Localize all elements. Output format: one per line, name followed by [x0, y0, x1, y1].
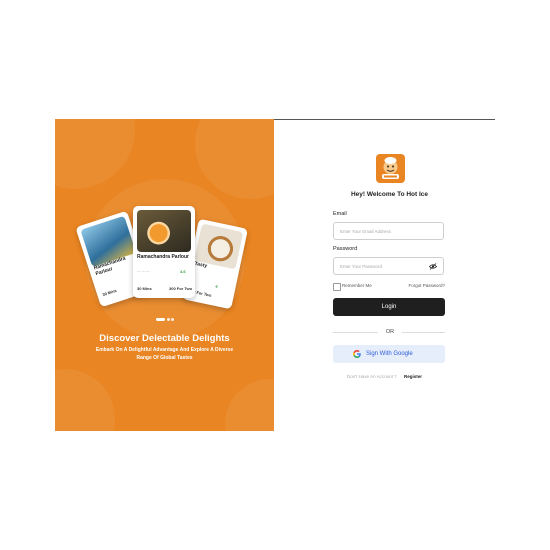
password-field[interactable]: [333, 257, 444, 275]
carousel-dot-active[interactable]: [156, 318, 165, 321]
remember-me-checkbox[interactable]: [333, 283, 341, 291]
bg-circle: [225, 379, 274, 431]
food-image-cocktail: [137, 210, 191, 253]
hero-subtitle: Embark On A Delightful Advantage And Exp…: [95, 347, 234, 361]
email-field[interactable]: [333, 222, 444, 240]
card-rating: 4: [214, 283, 219, 289]
chef-logo-icon: [376, 154, 405, 183]
forgot-password-link[interactable]: Forgot Password?: [400, 283, 445, 288]
email-input[interactable]: [340, 223, 425, 239]
hero-panel: Ramachandra Parlour 30 Mins Tasty 4 300 …: [55, 119, 274, 431]
bg-circle: [55, 369, 115, 431]
food-card-center[interactable]: Ramachandra Parlour — — — 4.6 30 Mins 30…: [133, 206, 195, 298]
divider-line: [333, 332, 378, 333]
google-button-label: Sign With Google: [366, 351, 413, 357]
card-price: 300 For Two: [169, 286, 193, 291]
bg-circle: [195, 119, 274, 199]
login-button[interactable]: Login: [333, 298, 445, 316]
password-input[interactable]: [340, 258, 425, 274]
card-name: Ramachandra Parlour: [137, 254, 189, 260]
welcome-heading: Hey! Welcome To Hot Ice: [350, 191, 429, 198]
no-account-text: Don't Have An Account ?: [347, 374, 397, 379]
register-link[interactable]: Register: [404, 374, 422, 379]
divider-line: [402, 332, 445, 333]
remember-me-label: Remember Me: [342, 283, 372, 288]
eye-hidden-icon[interactable]: [429, 263, 437, 270]
carousel-dot[interactable]: [167, 318, 170, 321]
password-label: Password: [333, 246, 358, 252]
bg-circle: [55, 119, 135, 189]
card-rating: 4.6: [180, 269, 186, 274]
carousel-dot[interactable]: [171, 318, 174, 321]
google-signin-button[interactable]: Sign With Google: [333, 345, 445, 363]
card-time: 30 Mins: [101, 287, 118, 298]
or-divider: OR: [385, 329, 395, 335]
hero-title: Discover Delectable Delights: [99, 333, 230, 344]
card-subtitle: — — —: [137, 269, 150, 273]
google-icon: [353, 350, 361, 358]
top-border: [274, 119, 495, 120]
card-time: 30 Mins: [137, 286, 152, 291]
email-label: Email: [333, 211, 347, 217]
